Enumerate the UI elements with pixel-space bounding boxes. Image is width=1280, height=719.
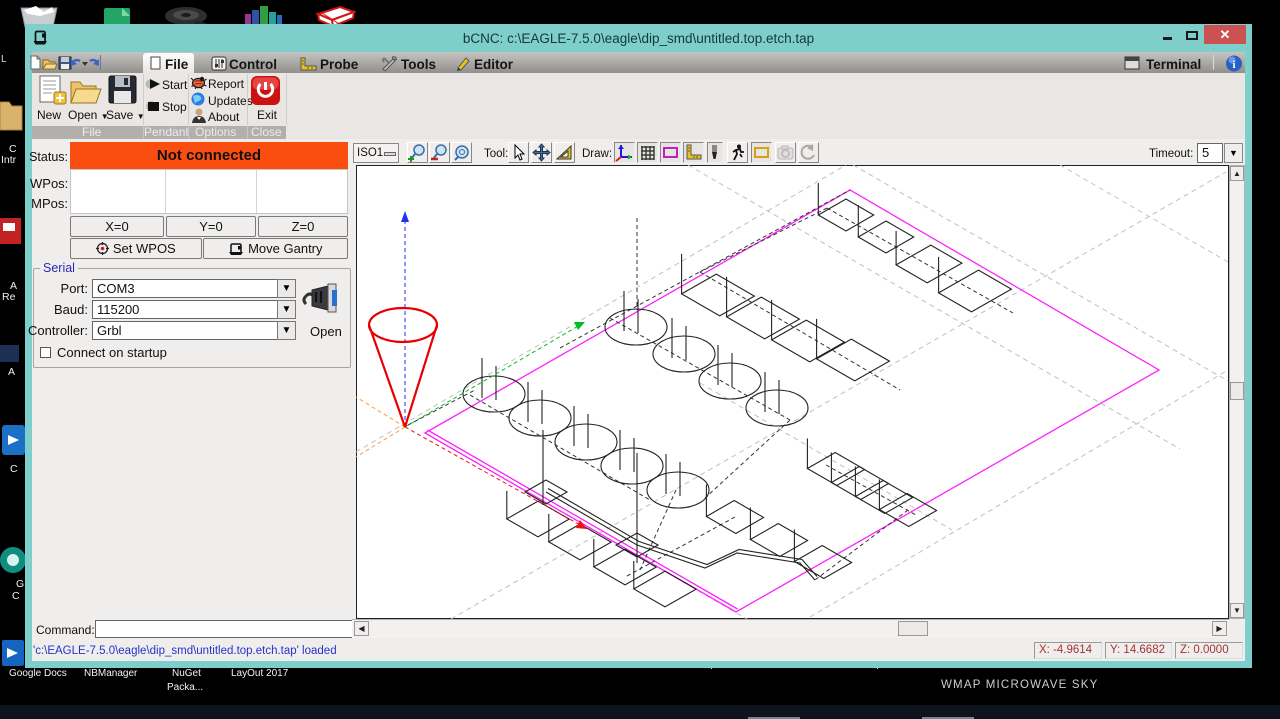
svg-text:Re: Re <box>2 291 16 303</box>
svg-text:C: C <box>10 463 18 475</box>
svg-text:i: i <box>1232 59 1235 71</box>
svg-text:L: L <box>1 54 7 65</box>
svg-text:A: A <box>8 366 15 378</box>
svg-text:C: C <box>12 590 20 602</box>
svg-text:G: G <box>16 578 24 590</box>
svg-text:Intr: Intr <box>1 154 17 166</box>
